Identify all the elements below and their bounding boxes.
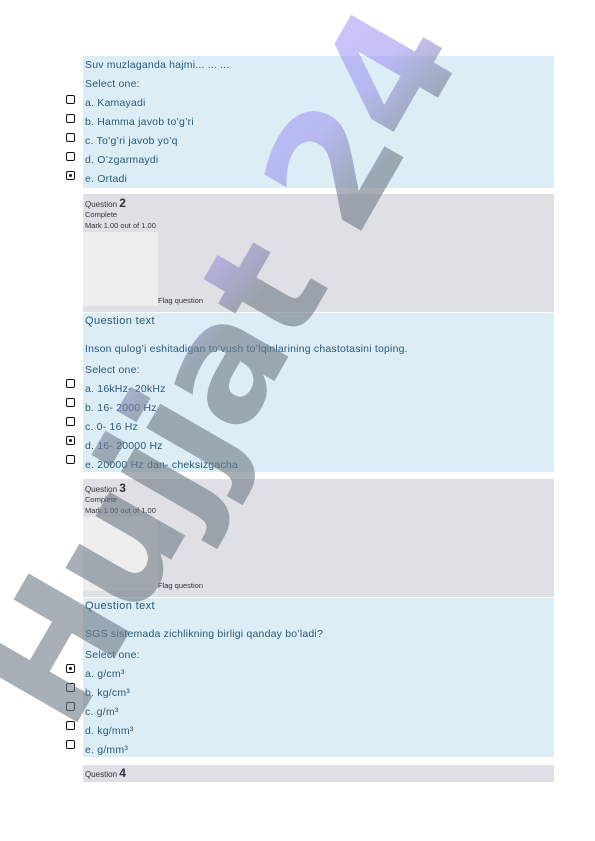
option-label: e. Ortadi [85,173,128,185]
option-label: a. Kamayadi [85,97,146,109]
question-prefix: Question [85,485,118,494]
q2-radio-b[interactable] [66,398,75,407]
q2-radio-e[interactable] [66,455,75,464]
option-label: b. kg/cm³ [85,687,130,699]
option-label: d. 16- 20000 Hz [85,440,163,452]
q1-radio-c[interactable] [66,133,75,142]
question-prefix: Question [85,770,118,779]
flag-box [83,232,158,306]
option-label: a. 16kHz- 20kHz [85,383,166,395]
question-2-body: Question text Inson qulog’i eshitadigan … [83,313,554,472]
question-3-body: Question text SGS sistemada zichlikning … [83,598,554,757]
option-label: e. g/mm³ [85,744,129,756]
option-label: c. To’g’ri javob yo’q [85,135,178,147]
q3-radio-d[interactable] [66,721,75,730]
option-label: e. 20000 Hz dan- cheksizgacha [85,459,238,471]
question-2-heading: Question 2 [85,196,126,210]
q3-radio-a[interactable] [66,664,75,673]
question-number: 2 [119,196,126,210]
question-prefix: Question [85,200,118,209]
option-label: d. kg/mm³ [85,725,134,737]
question-text-label: Question text [85,600,156,612]
option-label: a. g/cm³ [85,668,125,680]
q1-radio-b[interactable] [66,114,75,123]
question-text-label: Question text [85,315,156,327]
question-2-info: Question 2 Complete Mark 1.00 out of 1.0… [83,194,554,312]
option-label: b. Hamma javob to’g’ri [85,116,194,128]
question-3-heading: Question 3 [85,481,126,495]
flag-question-link[interactable]: Flag question [158,296,203,305]
q2-radio-a[interactable] [66,379,75,388]
option-label: c. g/m³ [85,706,119,718]
q1-radio-a[interactable] [66,95,75,104]
select-one-label: Select one: [85,364,140,376]
q2-radio-c[interactable] [66,417,75,426]
flag-box [83,517,158,591]
option-label: d. O’zgarmaydi [85,154,159,166]
question-status: Complete [85,210,118,219]
q2-radio-d[interactable] [66,436,75,445]
q3-radio-e[interactable] [66,740,75,749]
flag-question-link[interactable]: Flag question [158,581,203,590]
option-label: b. 16- 2000 Hz [85,402,157,414]
q1-radio-e[interactable] [66,171,75,180]
question-3-info: Question 3 Complete Mark 1.00 out of 1.0… [83,479,554,597]
question-mark: Mark 1.00 out of 1.00 [85,221,156,230]
question-number: 3 [119,481,126,495]
question-3-text: SGS sistemada zichlikning birligi qanday… [85,628,324,640]
select-one-label: Select one: [85,649,140,661]
question-4-heading: Question 4 [85,766,126,780]
question-number: 4 [119,766,126,780]
question-1-body: Suv muzlaganda hajmi... ... ... Select o… [83,56,554,188]
select-one-label: Select one: [85,78,140,90]
question-2-text: Inson qulog’i eshitadigan to’vush to’lqi… [85,343,408,355]
question-mark: Mark 1.00 out of 1.00 [85,506,156,515]
option-label: c. 0- 16 Hz [85,421,138,433]
q3-radio-c[interactable] [66,702,75,711]
question-status: Complete [85,495,118,504]
question-1-text: Suv muzlaganda hajmi... ... ... [85,59,230,71]
q3-radio-b[interactable] [66,683,75,692]
question-4-info: Question 4 [83,765,554,782]
q1-radio-d[interactable] [66,152,75,161]
